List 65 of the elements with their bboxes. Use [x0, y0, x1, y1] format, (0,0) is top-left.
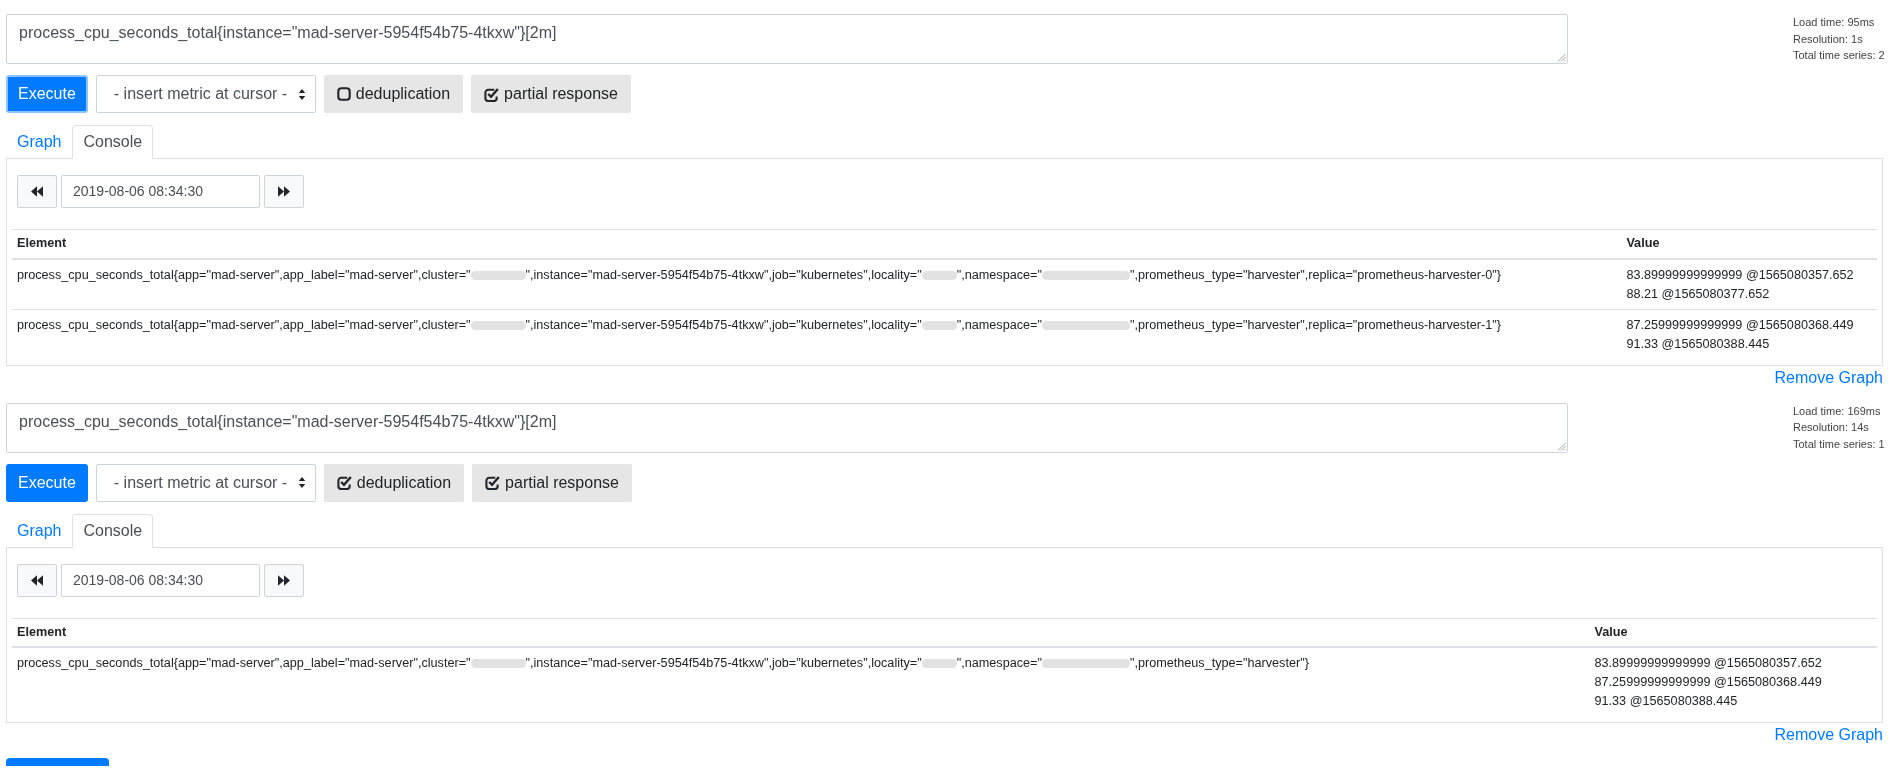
stat-text: Total time series: 2 [1793, 48, 1886, 63]
sort-caret-icon [297, 476, 306, 489]
execute-button[interactable]: Execute [6, 463, 88, 502]
fast-forward-icon [278, 574, 290, 586]
remove-graph-link[interactable]: Remove Graph [1774, 723, 1883, 747]
resize-handle-icon[interactable] [1557, 441, 1566, 451]
column-header: Element [12, 229, 1622, 259]
stat-text: Load time: 95ms [1793, 15, 1876, 30]
series-label-text: ",prometheus_type="harvester",replica="prometheus-harvester-0"} [1129, 267, 1501, 282]
sample-value: 87.25999999999999 @1565080368.449 [1626, 317, 1854, 332]
toggle-button[interactable]: partial response [472, 463, 632, 502]
query-field[interactable]: process_cpu_seconds_total{instance="mad-server-5954f54b75-4tkxw"}[2m] [6, 14, 1568, 64]
forward-button[interactable] [264, 563, 304, 597]
sample-value: 83.89999999999999 @1565080357.652 [1626, 267, 1854, 282]
metric-select[interactable]: - insert metric at cursor - [95, 463, 316, 502]
toggle-button[interactable]: deduplication [323, 75, 464, 113]
series-label-text: process_cpu_seconds_total{app="mad-server",app_label="mad-server",cluster=" [17, 317, 471, 332]
redacted-blur [470, 320, 526, 330]
column-header: Value [1589, 618, 1877, 647]
stat-text: Total time series: 1 [1793, 436, 1886, 452]
redacted-blur [470, 270, 526, 280]
column-header: Value [1621, 229, 1877, 259]
rewind-icon [31, 186, 43, 197]
redacted-blur [921, 270, 957, 280]
series-label-text: ",namespace=" [956, 267, 1042, 282]
series-label-text: ",instance="mad-server-5954f54b75-4tkxw",job="kubernetes",locality=" [525, 656, 922, 670]
tab[interactable]: Graph [6, 513, 73, 548]
sample-value: 88.21 @1565080377.652 [1626, 286, 1770, 301]
toggle-button[interactable]: partial response [471, 75, 631, 113]
series-label-text: process_cpu_seconds_total{app="mad-server",app_label="mad-server",cluster=" [17, 656, 471, 670]
forward-button[interactable] [264, 175, 304, 208]
series-label-text: ",instance="mad-server-5954f54b75-4tkxw",job="kubernetes",locality=" [525, 267, 922, 282]
execute-button[interactable]: Execute [6, 75, 88, 113]
fast-forward-icon [278, 186, 290, 197]
back-button[interactable] [17, 563, 57, 597]
redacted-blur [921, 320, 957, 330]
series-label-text: process_cpu_seconds_total{app="mad-server",app_label="mad-server",cluster=" [17, 267, 471, 282]
series-label-text: ",prometheus_type="harvester"} [1129, 656, 1309, 670]
redacted-blur [921, 659, 957, 669]
date-field[interactable]: 2019-08-06 08:34:30 [61, 175, 260, 208]
resize-handle-icon[interactable] [1557, 53, 1566, 62]
column-header: Element [12, 618, 1590, 647]
stat-text: Resolution: 14s [1793, 420, 1870, 435]
sample-value: 83.89999999999999 @1565080357.652 [1594, 656, 1822, 670]
series-label-text: ",instance="mad-server-5954f54b75-4tkxw",job="kubernetes",locality=" [525, 317, 922, 332]
sort-caret-icon [297, 87, 306, 101]
toggle-button[interactable]: deduplication [323, 463, 465, 502]
series-label-text: ",namespace=" [956, 317, 1042, 332]
sample-value: 87.25999999999999 @1565080368.449 [1594, 675, 1822, 689]
stat-text: Load time: 169ms [1793, 403, 1882, 419]
tab[interactable]: Console [72, 125, 154, 159]
query-field[interactable]: process_cpu_seconds_total{instance="mad-server-5954f54b75-4tkxw"}[2m] [6, 402, 1568, 453]
series-label-text: ",prometheus_type="harvester",replica="prometheus-harvester-1"} [1129, 317, 1501, 332]
tab[interactable]: Graph [6, 125, 73, 159]
redacted-blur [470, 659, 526, 669]
stat-text: Resolution: 1s [1793, 31, 1864, 47]
series-label-text: ",namespace=" [956, 656, 1042, 670]
tab[interactable]: Console [72, 513, 154, 548]
sample-value: 91.33 @1565080388.445 [1626, 336, 1770, 351]
sample-value: 91.33 @1565080388.445 [1594, 694, 1738, 708]
rewind-icon [31, 574, 43, 586]
metric-select[interactable]: - insert metric at cursor - [95, 75, 316, 113]
remove-graph-link[interactable]: Remove Graph [1774, 365, 1883, 390]
back-button[interactable] [17, 175, 57, 208]
date-field[interactable]: 2019-08-06 08:34:30 [61, 563, 260, 597]
